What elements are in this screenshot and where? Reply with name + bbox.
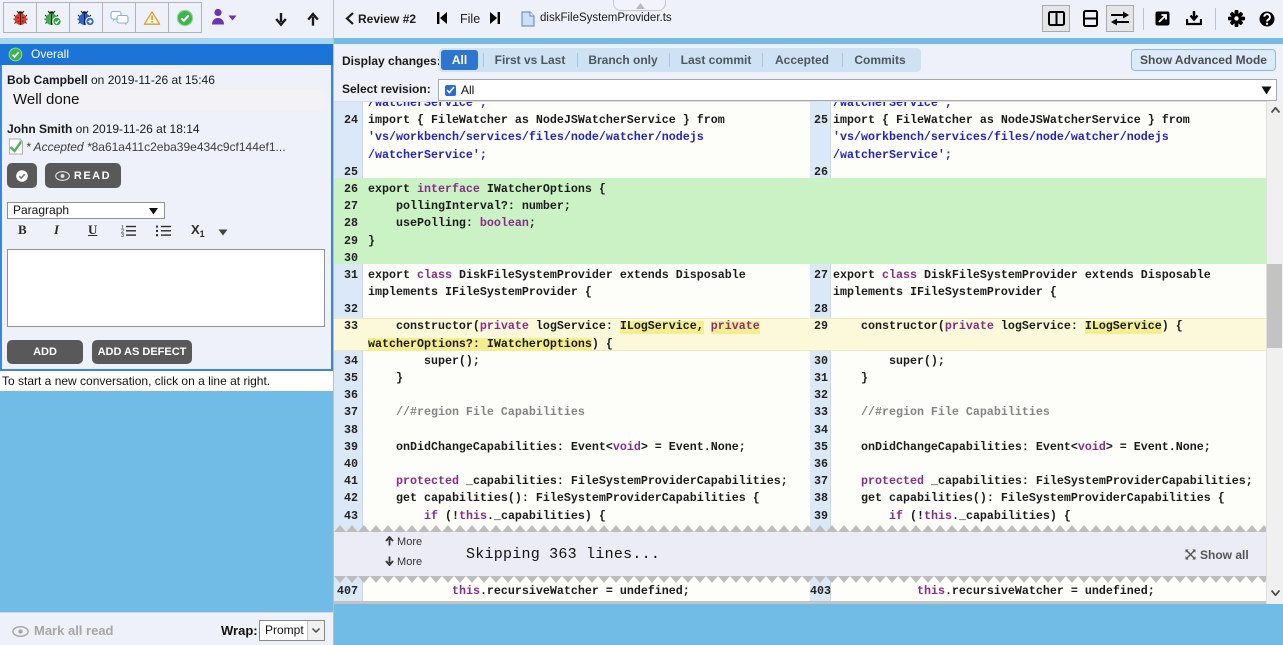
svg-text:3: 3 xyxy=(121,233,124,237)
